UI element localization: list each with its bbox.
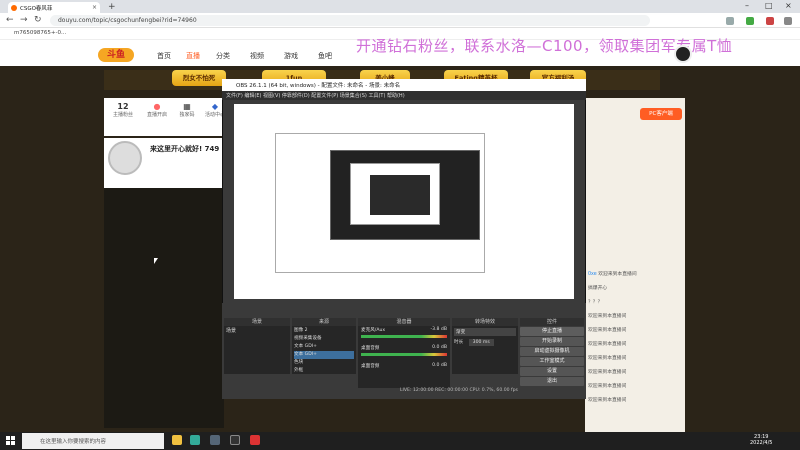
maximize-icon[interactable]: □ bbox=[765, 1, 773, 10]
browser-tab-bar bbox=[0, 0, 800, 13]
start-recording-button[interactable]: 开始录制 bbox=[520, 337, 584, 346]
activity-button[interactable]: 烈女不怕死 bbox=[172, 70, 226, 86]
obs-menu-bar[interactable]: 文件(F) 编辑(E) 视图(V) 停靠部件(D) 配置文件(P) 场景集合(S… bbox=[222, 91, 586, 100]
steam-icon[interactable] bbox=[210, 435, 220, 445]
chrome-icon[interactable] bbox=[190, 435, 200, 445]
nav-fishbar[interactable]: 鱼吧 bbox=[318, 51, 332, 61]
nav-game[interactable]: 游戏 bbox=[284, 51, 298, 61]
sources-header: 来源 bbox=[292, 318, 356, 326]
nav-home[interactable]: 首页 bbox=[157, 51, 171, 61]
mixer-channel: 麦克风/Aux -3.8 dB bbox=[361, 327, 447, 333]
url-input[interactable]: douyu.com/topic/csgochunfengbei?rid=7496… bbox=[50, 15, 650, 26]
duration-input[interactable]: 300 ms bbox=[468, 339, 494, 346]
room-title: 来这里开心就好! 749 bbox=[150, 145, 220, 153]
chat-message: 欢迎来到本直播间 bbox=[588, 398, 627, 403]
extension-icon[interactable] bbox=[726, 17, 734, 25]
source-item[interactable]: 图像 2 bbox=[294, 327, 354, 335]
source-item[interactable]: 色块 bbox=[294, 359, 354, 367]
exit-button[interactable]: 退出 bbox=[520, 377, 584, 386]
chat-message: 欢迎来到本直播间 bbox=[588, 384, 627, 389]
nav-live[interactable]: 直播 bbox=[186, 51, 200, 61]
close-tab-icon[interactable]: × bbox=[92, 4, 97, 11]
chat-message: 0xe 欢迎来到本直播间 bbox=[588, 272, 637, 277]
chat-message: 欢迎来到本直播间 bbox=[588, 342, 627, 347]
scenes-header: 场景 bbox=[224, 318, 290, 326]
browser-tab[interactable]: CSGO春风菲 × bbox=[8, 2, 100, 13]
profile-icon[interactable] bbox=[766, 17, 774, 25]
windows-start-icon[interactable] bbox=[6, 436, 16, 446]
obs-icon[interactable] bbox=[230, 435, 240, 445]
mixer-channel: 桌面音频 0.0 dB bbox=[361, 345, 447, 351]
new-tab-icon[interactable]: + bbox=[108, 2, 116, 12]
chat-message: ？？？ bbox=[588, 300, 603, 305]
transitions-header: 转场特效 bbox=[452, 318, 518, 326]
source-item[interactable]: 视频采集设备 bbox=[294, 335, 354, 343]
video-player[interactable] bbox=[104, 188, 224, 428]
stat-fans[interactable]: 12 主播粉丝 bbox=[108, 102, 138, 118]
source-item[interactable]: 文本 GDI+ bbox=[294, 343, 354, 351]
chat-message: 欢迎来到本直播间 bbox=[588, 370, 627, 375]
scene-item[interactable]: 场景 bbox=[224, 326, 290, 335]
tab-title: CSGO春风菲 bbox=[20, 5, 53, 12]
mouse-cursor-icon bbox=[154, 258, 160, 264]
mixer-channel: 桌面音频 0.0 dB bbox=[361, 363, 447, 369]
close-window-icon[interactable]: × bbox=[785, 1, 792, 10]
bookmark-item[interactable]: m765098765+-0... bbox=[14, 30, 66, 36]
stat-code[interactable]: ▦ 独家码 bbox=[172, 102, 202, 118]
studio-mode-button[interactable]: 工作室模式 bbox=[520, 357, 584, 366]
virtual-camera-button[interactable]: 启动虚拟摄像机 bbox=[520, 347, 584, 356]
pc-client-button[interactable]: PC客户端 bbox=[640, 108, 682, 120]
taskbar-search[interactable]: 在这里输入你要搜索的内容 bbox=[22, 433, 164, 449]
douyu-logo[interactable]: 斗鱼 bbox=[98, 48, 134, 62]
transition-select[interactable]: 渐变 bbox=[454, 328, 516, 336]
duration-label: 时长 bbox=[454, 340, 464, 345]
controls-header: 控件 bbox=[520, 318, 584, 326]
minimize-icon[interactable]: – bbox=[745, 1, 749, 10]
menu-icon[interactable] bbox=[784, 17, 792, 25]
source-item[interactable]: 外框 bbox=[294, 367, 354, 375]
stop-streaming-button[interactable]: 停止直播 bbox=[520, 327, 584, 336]
chat-message: 搞爆开心 bbox=[588, 286, 608, 291]
streamer-avatar[interactable] bbox=[108, 141, 142, 175]
nav-category[interactable]: 分类 bbox=[216, 51, 230, 61]
transitions-panel: 渐变 时长 300 ms bbox=[452, 326, 518, 374]
chat-message: 欢迎来到本直播间 bbox=[588, 328, 627, 333]
app-icon[interactable] bbox=[250, 435, 260, 445]
forward-icon[interactable]: → bbox=[20, 15, 28, 25]
reload-icon[interactable]: ↻ bbox=[34, 15, 42, 25]
volume-meter[interactable] bbox=[361, 353, 447, 356]
stat-live[interactable]: ● 直播开启 bbox=[142, 102, 172, 118]
back-icon[interactable]: ← bbox=[6, 15, 14, 25]
clock[interactable]: 23:19 2022/4/5 bbox=[750, 434, 772, 446]
chat-message: 欢迎来到本直播间 bbox=[588, 314, 627, 319]
sources-list: 图像 2 视频采集设备 文本 GDI+ 文本 GDI+ 色块 外框 bbox=[292, 326, 356, 374]
extension-icon[interactable] bbox=[746, 17, 754, 25]
nav-video[interactable]: 视频 bbox=[250, 51, 264, 61]
clock-date: 2022/4/5 bbox=[750, 440, 773, 446]
audio-mixer: 麦克风/Aux -3.8 dB 桌面音频 0.0 dB 桌面音频 0.0 dB bbox=[358, 326, 450, 388]
scenes-list: 场景 bbox=[224, 326, 290, 374]
user-avatar[interactable] bbox=[674, 45, 692, 63]
obs-status-bar: LIVE: 12:00:00 REC: 00:00:00 CPU: 0.7%, … bbox=[400, 388, 518, 393]
douyu-favicon-icon bbox=[11, 4, 17, 11]
file-explorer-icon[interactable] bbox=[172, 435, 182, 445]
obs-title-bar: OBS 26.1.1 (64 bit, windows) - 配置文件: 未命名… bbox=[222, 79, 586, 91]
nested-obs bbox=[370, 175, 430, 215]
chat-message: 欢迎来到本直播间 bbox=[588, 356, 627, 361]
mixer-header: 混音器 bbox=[358, 318, 450, 326]
source-item[interactable]: 文本 GDI+ bbox=[294, 351, 354, 359]
volume-meter[interactable] bbox=[361, 335, 447, 338]
settings-button[interactable]: 设置 bbox=[520, 367, 584, 376]
